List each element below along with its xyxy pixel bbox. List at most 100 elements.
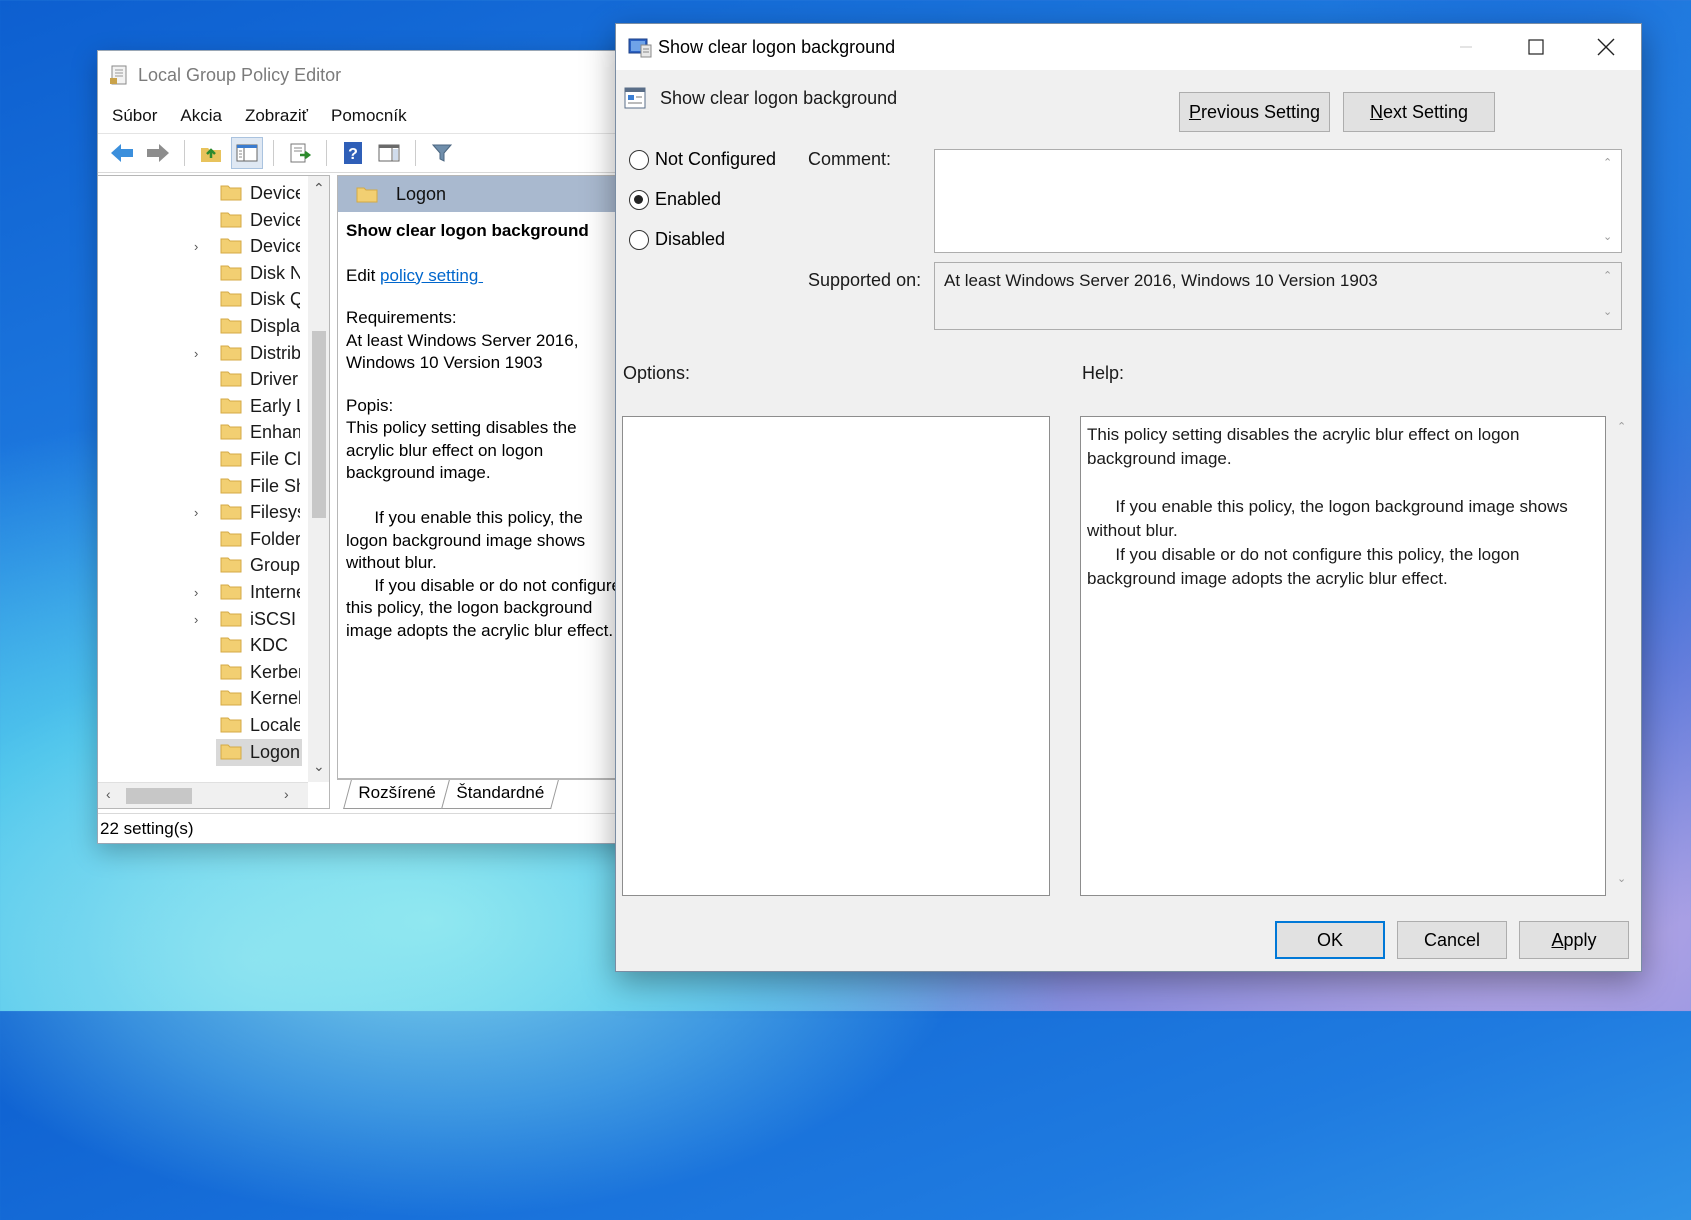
scroll-left-arrow-icon[interactable]: ‹: [106, 786, 111, 802]
tree-hscroll-thumb[interactable]: [126, 788, 192, 804]
expand-chevron-icon[interactable]: ›: [194, 239, 198, 254]
scroll-up-arrow-icon[interactable]: ⌃: [1603, 269, 1615, 282]
help-icon[interactable]: ?: [337, 137, 369, 169]
status-bar: 22 setting(s): [98, 813, 638, 843]
previous-setting-button[interactable]: Previous Setting: [1179, 92, 1330, 132]
tree-item[interactable]: Kernel: [98, 685, 308, 712]
tree-item[interactable]: Disk N': [98, 260, 308, 287]
scroll-down-arrow-icon[interactable]: ⌄: [313, 758, 325, 775]
tree-item[interactable]: Group: [98, 552, 308, 579]
tree-item-label: Early L: [250, 395, 300, 416]
tree-item[interactable]: › Interne: [98, 579, 308, 606]
show-hide-tree-icon[interactable]: [231, 137, 263, 169]
radio-circle-selected: [629, 189, 649, 210]
enabled-radio[interactable]: Enabled: [629, 189, 721, 210]
tree-item[interactable]: Device: [98, 180, 308, 207]
maximize-button[interactable]: [1501, 24, 1571, 70]
tree-item[interactable]: › iSCSI: [98, 606, 308, 633]
tree-item[interactable]: › Distrib: [98, 340, 308, 367]
filter-icon[interactable]: [426, 137, 458, 169]
tree-item[interactable]: Kerber: [98, 659, 308, 686]
close-button[interactable]: [1571, 24, 1641, 70]
tree-item[interactable]: File Cla: [98, 446, 308, 473]
tree-item[interactable]: Disk Q: [98, 286, 308, 313]
folder-icon: [220, 584, 242, 600]
policy-tree-pane[interactable]: Device Device › Device Disk N' Disk Q Display ›…: [98, 175, 330, 809]
group-policy-editor-window[interactable]: Local Group Policy Editor Súbor Akcia Zo…: [97, 50, 638, 844]
tree-item[interactable]: Logon: [98, 738, 308, 766]
next-setting-button[interactable]: Next Setting: [1343, 92, 1495, 132]
tree-item[interactable]: Driver: [98, 366, 308, 393]
gpe-menu-bar: Súbor Akcia Zobraziť Pomocník: [98, 99, 636, 133]
apply-button[interactable]: Apply: [1519, 921, 1629, 959]
scroll-down-arrow-icon[interactable]: ⌄: [1603, 305, 1615, 318]
policy-setting-dialog[interactable]: Show clear logon background Show clear l…: [615, 23, 1642, 972]
minimize-button[interactable]: [1431, 24, 1501, 70]
gpe-title-bar[interactable]: Local Group Policy Editor: [98, 51, 636, 99]
expand-chevron-icon[interactable]: ›: [194, 505, 198, 520]
tree-item-label: Disk N': [250, 262, 300, 283]
tree-item[interactable]: Folder: [98, 526, 308, 553]
dialog-title-bar[interactable]: Show clear logon background: [616, 24, 1641, 70]
folder-icon: [220, 478, 242, 494]
folder-icon: [220, 504, 242, 520]
cancel-button[interactable]: Cancel: [1397, 921, 1507, 959]
disabled-label: Disabled: [655, 229, 726, 249]
tree-item[interactable]: Device: [98, 207, 308, 234]
disabled-radio[interactable]: Disabled: [629, 229, 725, 250]
tree-item[interactable]: Early L: [98, 393, 308, 420]
extended-view-body: Show clear logon background Edit policy …: [338, 212, 637, 650]
comment-label: Comment:: [808, 149, 892, 169]
folder-icon: [356, 187, 378, 203]
scroll-up-arrow-icon[interactable]: ⌃: [313, 180, 325, 197]
tree-item[interactable]: KDC: [98, 632, 308, 659]
not-configured-radio[interactable]: Not Configured: [629, 149, 776, 170]
tree-item[interactable]: File Sh: [98, 473, 308, 500]
tree-item-label: Folder: [250, 528, 300, 549]
scroll-right-arrow-icon[interactable]: ›: [284, 786, 289, 802]
help-panel: This policy setting disables the acrylic…: [1080, 416, 1606, 896]
dialog-title: Show clear logon background: [658, 36, 896, 57]
maximize-icon: [1528, 39, 1544, 55]
forward-arrow-icon[interactable]: [142, 137, 174, 169]
tree-item-label: Interne: [250, 582, 300, 602]
view-tabs: Rozšírené Štandardné: [337, 779, 637, 809]
extended-view-header: Logon: [338, 176, 637, 212]
menu-file[interactable]: Súbor: [112, 106, 157, 126]
scroll-up-arrow-icon[interactable]: ⌃: [1603, 156, 1615, 169]
comment-field[interactable]: ⌃ ⌄: [934, 149, 1622, 253]
edit-policy-setting-link[interactable]: policy setting: [380, 266, 483, 285]
tree-scroll-thumb[interactable]: [312, 331, 326, 518]
scroll-up-arrow-icon[interactable]: ⌃: [1617, 420, 1626, 433]
tree-item-label: Driver: [250, 369, 298, 390]
back-arrow-icon[interactable]: [106, 137, 138, 169]
folder-icon: [220, 557, 242, 573]
ok-button[interactable]: OK: [1275, 921, 1385, 959]
tree-item[interactable]: › Filesys: [98, 499, 308, 526]
help-scrollbar[interactable]: ⌃ ⌄: [1614, 416, 1632, 896]
tree-item[interactable]: Locale: [98, 712, 308, 739]
supported-on-field[interactable]: At least Windows Server 2016, Windows 10…: [934, 262, 1622, 330]
gpe-toolbar: ?: [98, 133, 636, 173]
scroll-down-arrow-icon[interactable]: ⌄: [1603, 230, 1615, 243]
show-hide-action-pane-icon[interactable]: [373, 137, 405, 169]
export-list-icon[interactable]: [284, 137, 316, 169]
tab-standard[interactable]: Štandardné: [441, 780, 560, 809]
tree-item[interactable]: Enhanc: [98, 419, 308, 446]
expand-chevron-icon[interactable]: ›: [194, 346, 198, 361]
menu-help[interactable]: Pomocník: [331, 106, 407, 126]
expand-chevron-icon[interactable]: ›: [194, 585, 198, 600]
expand-chevron-icon[interactable]: ›: [194, 612, 198, 627]
tree-horizontal-scrollbar[interactable]: ‹ ›: [98, 782, 308, 808]
menu-view[interactable]: Zobraziť: [245, 106, 308, 126]
menu-action[interactable]: Akcia: [180, 106, 222, 126]
description-text: This policy setting disables the acrylic…: [346, 418, 622, 640]
tree-item[interactable]: Display: [98, 313, 308, 340]
scroll-down-arrow-icon[interactable]: ⌄: [1617, 872, 1626, 885]
up-folder-icon[interactable]: [195, 137, 227, 169]
tree-item[interactable]: › Device: [98, 233, 308, 260]
tree-vertical-scrollbar[interactable]: ⌃ ⌄: [308, 176, 329, 782]
folder-icon: [220, 318, 242, 334]
folder-icon: [220, 611, 242, 627]
tab-extended[interactable]: Rozšírené: [343, 780, 451, 809]
